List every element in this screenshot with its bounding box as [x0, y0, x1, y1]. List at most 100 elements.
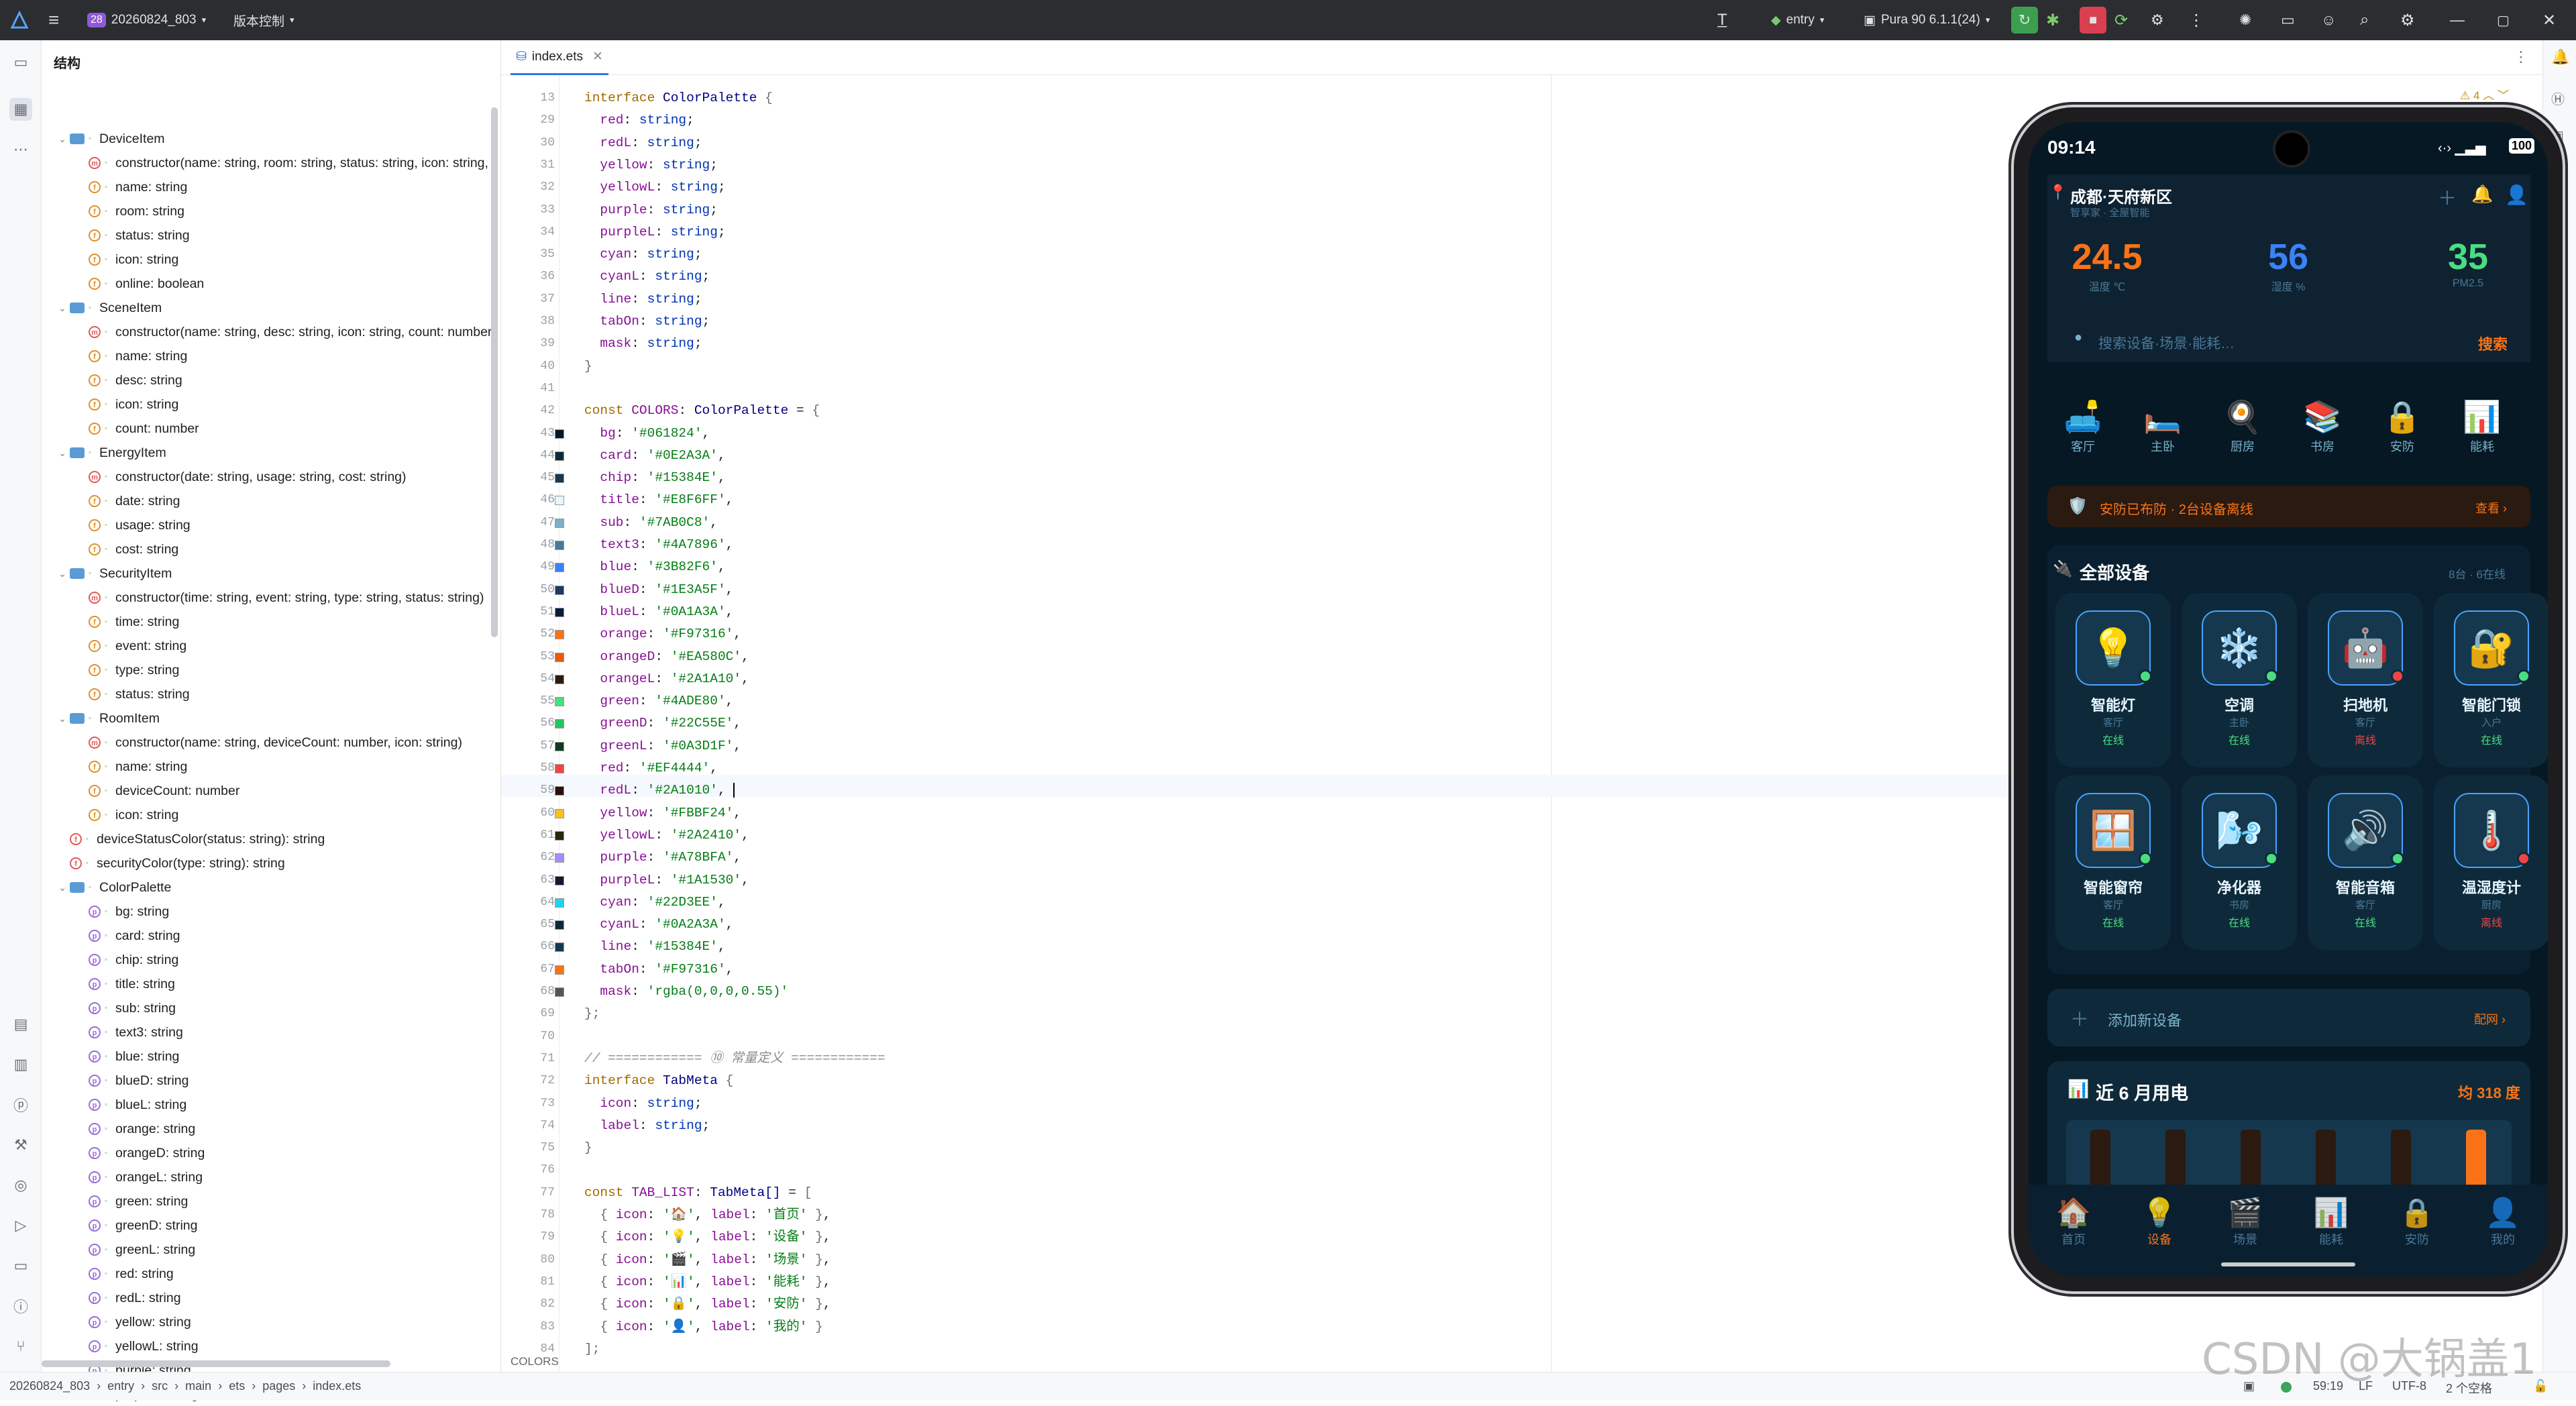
color-swatch[interactable] — [555, 697, 564, 707]
structure-icon[interactable]: ▦ — [9, 98, 32, 121]
indent-setting[interactable]: 2 个空格 — [2446, 1379, 2492, 1397]
structure-item[interactable]: ⌄ ◦ DeviceItem — [55, 127, 164, 150]
structure-item[interactable]: f ◦ name: string — [89, 345, 187, 368]
vcs-menu[interactable]: 版本控制 ▾ — [233, 0, 294, 40]
code-line[interactable]: sub: '#7AB0C8', — [584, 512, 718, 534]
structure-item[interactable]: p ◦ yellowL: string — [89, 1335, 199, 1358]
device-tile[interactable]: ❄️ 空调 主卧 在线 — [2182, 593, 2297, 767]
location-title[interactable]: 成都·天府新区 — [2070, 184, 2172, 207]
nav-item[interactable]: 📊 能耗 — [2291, 1195, 2371, 1248]
text-tool-icon[interactable]: T̲ — [1717, 0, 1727, 40]
structure-item[interactable]: ⌄ ◦ SecurityItem — [55, 562, 172, 585]
structure-item[interactable]: p ◦ greenL: string — [89, 1238, 195, 1261]
color-swatch[interactable] — [555, 853, 564, 863]
structure-item[interactable]: f ◦ event: string — [89, 635, 186, 657]
color-swatch[interactable] — [555, 764, 564, 773]
color-swatch[interactable] — [555, 942, 564, 953]
device-tile[interactable]: 🌬️ 净化器 书房 在线 — [2182, 775, 2297, 950]
breadcrumb-item[interactable]: 20260824_803 — [9, 1379, 90, 1393]
cursor-position[interactable]: 59:19 — [2313, 1379, 2343, 1393]
color-swatch[interactable] — [555, 987, 564, 997]
close-icon[interactable]: ✕ — [2542, 0, 2556, 40]
more-actions-icon[interactable]: ⋮ — [2188, 0, 2204, 40]
chevron-down-icon[interactable]: ⌄ — [55, 447, 70, 459]
room-shortcut[interactable]: 📊 能耗 — [2445, 396, 2519, 455]
structure-item[interactable]: p ◦ orange: string — [89, 1118, 195, 1140]
structure-item[interactable]: m ◦ constructor(name: string, desc: string… — [89, 321, 492, 343]
code-line[interactable]: purpleL: '#1A1530', — [584, 869, 749, 891]
profile-icon[interactable]: 👤 — [2505, 184, 2528, 206]
structure-item[interactable]: f ◦ usage: string — [89, 514, 191, 537]
code-line[interactable]: cyan: '#22D3EE', — [584, 891, 725, 914]
code-line[interactable]: { icon: '🔒', label: '安防' }, — [584, 1293, 830, 1315]
structure-item[interactable]: f ◦ icon: string — [89, 804, 178, 826]
code-line[interactable]: red: string; — [584, 109, 694, 131]
notifications-icon[interactable]: 🔔 — [2551, 48, 2569, 66]
room-shortcut[interactable]: 📚 书房 — [2286, 396, 2359, 455]
color-swatch[interactable] — [555, 719, 564, 729]
color-swatch[interactable] — [555, 741, 564, 751]
search-input[interactable]: 搜索设备·场景·能耗… — [2098, 333, 2235, 353]
readonly-icon[interactable]: ▣ — [2243, 1379, 2255, 1393]
structure-item[interactable]: f ◦ deviceCount: number — [89, 779, 239, 802]
breadcrumb-item[interactable]: ets — [229, 1379, 245, 1393]
device-tile[interactable]: 🔐 智能门锁 入户 在线 — [2434, 593, 2548, 767]
color-swatch[interactable] — [555, 830, 564, 841]
code-line[interactable]: interface TabMeta { — [584, 1070, 733, 1092]
room-shortcut[interactable]: 🔒 安防 — [2365, 396, 2439, 455]
reload-icon[interactable]: ⟳ — [2114, 0, 2128, 40]
nav-item[interactable]: 👤 我的 — [2463, 1195, 2543, 1248]
structure-item[interactable]: p ◦ green: string — [89, 1190, 188, 1213]
folder-icon[interactable]: ▭ — [2281, 0, 2295, 40]
bell-icon[interactable]: 🔔 — [2471, 184, 2493, 205]
structure-item[interactable]: f ◦ status: string — [89, 224, 190, 247]
security-alert[interactable]: 🛡️ 安防已布防 · 2台设备离线 查看 › — [2047, 486, 2530, 527]
run-config-selector[interactable]: ◆ entry ▾ — [1771, 0, 1824, 40]
structure-item[interactable]: f ◦ cost: string — [89, 538, 178, 561]
code-line[interactable]: purple: '#A78BFA', — [584, 847, 741, 869]
code-line[interactable]: redL: string; — [584, 132, 702, 154]
device-selector[interactable]: ▣ Pura 90 6.1.1(24) ▾ — [1864, 0, 1990, 40]
nav-item[interactable]: 💡 设备 — [2119, 1195, 2200, 1248]
code-line[interactable]: orange: '#F97316', — [584, 623, 741, 645]
code-line[interactable]: const TAB_LIST: TabMeta[] = [ — [584, 1182, 812, 1204]
structure-item[interactable]: m ◦ constructor(name: string, deviceCount:… — [89, 731, 462, 754]
profiler-side-icon[interactable]: ⓟ — [9, 1093, 32, 1116]
structure-item[interactable]: f ◦ status: string — [89, 683, 190, 706]
nav-item[interactable]: 🎬 场景 — [2205, 1195, 2286, 1248]
code-line[interactable]: redL: '#2A1010', — [584, 779, 735, 802]
code-line[interactable]: green: '#4ADE80', — [584, 690, 733, 712]
assistant-icon[interactable]: Ⓗ — [2551, 89, 2565, 108]
code-line[interactable]: mask: string; — [584, 333, 702, 355]
code-line[interactable]: cyan: string; — [584, 244, 702, 266]
code-line[interactable]: } — [584, 1137, 592, 1159]
structure-item[interactable]: f ◦ online: boolean — [89, 272, 204, 295]
add-device-action[interactable]: 配网 › — [2474, 1010, 2506, 1028]
code-line[interactable]: yellowL: string; — [584, 176, 725, 199]
color-swatch[interactable] — [555, 786, 564, 796]
code-line[interactable]: icon: string; — [584, 1093, 702, 1115]
code-line[interactable]: yellow: '#FBBF24', — [584, 802, 741, 824]
chevron-down-icon[interactable]: ⌄ — [55, 882, 70, 894]
structure-item[interactable]: f ◦ type: string — [89, 659, 179, 682]
chevron-down-icon[interactable]: ⌄ — [55, 713, 70, 724]
breadcrumb-item[interactable]: entry — [107, 1379, 134, 1393]
breadcrumb-item[interactable]: src — [152, 1379, 168, 1393]
device-tile[interactable]: 🪟 智能窗帘 客厅 在线 — [2055, 775, 2171, 950]
chevron-down-icon[interactable]: ⌄ — [55, 568, 70, 580]
warnings-indicator[interactable]: ⚠ 4 ︿ ﹀ — [2460, 86, 2509, 103]
lock-icon[interactable]: 🔓 — [2533, 1379, 2548, 1393]
code-line[interactable]: purpleL: string; — [584, 221, 725, 244]
structure-item[interactable]: ⌄ ◦ SceneItem — [55, 296, 162, 319]
code-line[interactable]: { icon: '👤', label: '我的' } — [584, 1316, 822, 1338]
breadcrumb-item[interactable]: pages — [262, 1379, 295, 1393]
tree-h-scrollbar[interactable] — [42, 1360, 390, 1367]
code-line[interactable]: title: '#E8F6FF', — [584, 489, 733, 511]
code-line[interactable]: interface ColorPalette { — [584, 87, 773, 109]
breadcrumb-item[interactable]: index.ets — [313, 1379, 361, 1393]
structure-item[interactable]: m ◦ constructor(time: string, event: strin… — [89, 586, 484, 609]
code-line[interactable]: yellow: string; — [584, 154, 718, 176]
structure-item[interactable]: ⌄ ◦ EnergyItem — [55, 441, 166, 464]
structure-item[interactable]: m ◦ constructor(name: string, room: string… — [89, 152, 488, 174]
structure-item[interactable]: p ◦ red: string — [89, 1262, 174, 1285]
